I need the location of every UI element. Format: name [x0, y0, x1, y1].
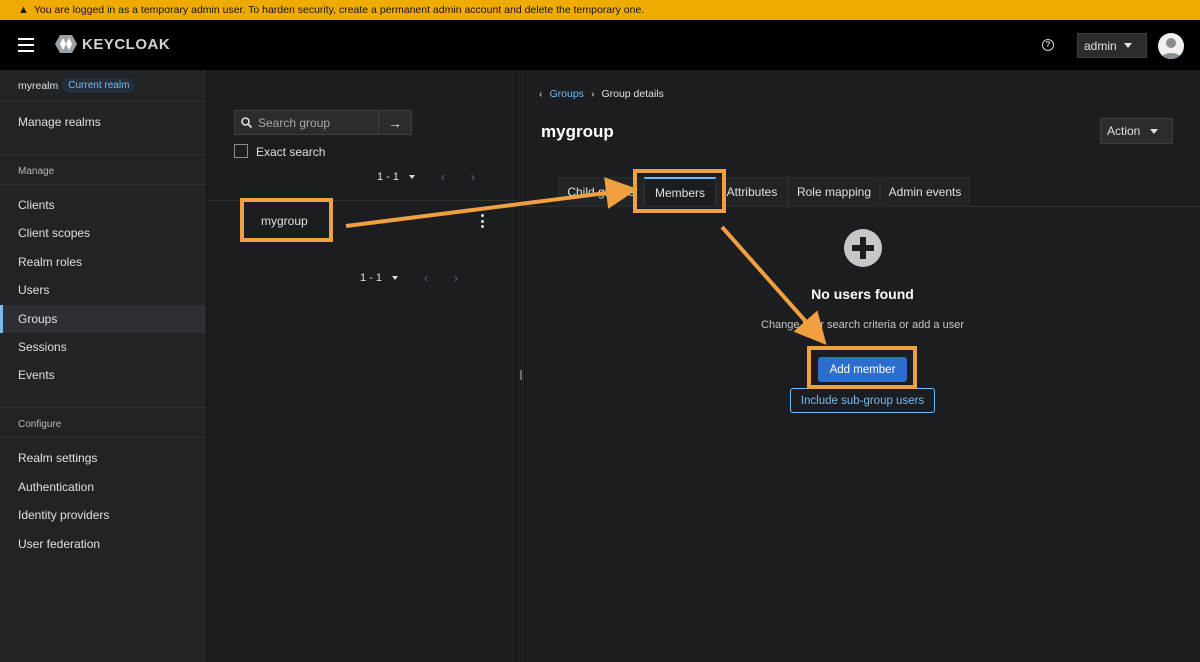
- sidebar-divider: [0, 154, 206, 155]
- search-icon: [241, 117, 252, 128]
- caret-down-icon[interactable]: [409, 175, 416, 179]
- configure-heading: Configure: [18, 419, 62, 430]
- sidebar-divider: [0, 407, 206, 408]
- pagination-top: 1 - 1 ‹ ›: [377, 170, 475, 184]
- keycloak-logo-icon: [55, 35, 77, 53]
- highlight-box-add-member: [807, 346, 917, 389]
- sidebar-item-sessions[interactable]: Sessions: [0, 333, 206, 361]
- arrow-right-icon: →: [388, 114, 402, 131]
- search-submit-button[interactable]: →: [378, 110, 412, 135]
- tab-role-mapping[interactable]: Role mapping: [788, 177, 880, 207]
- empty-state-body: Change your search criteria or add a use…: [761, 319, 964, 331]
- chevron-left-icon[interactable]: ‹: [539, 88, 543, 100]
- sidebar-item-events[interactable]: Events: [0, 361, 206, 389]
- realm-selector[interactable]: myrealm Current realm: [0, 70, 206, 102]
- caret-down-icon: [1124, 43, 1132, 48]
- sidebar-item-authentication[interactable]: Authentication: [0, 473, 206, 501]
- breadcrumb-current: Group details: [601, 88, 664, 100]
- warning-icon: ▲: [18, 4, 29, 16]
- keycloak-logo[interactable]: KEYCLOAK: [54, 34, 170, 54]
- banner-text: You are logged in as a temporary admin u…: [33, 4, 645, 16]
- sidebar: myrealm Current realm Manage realms Mana…: [0, 70, 206, 662]
- page-title: mygroup: [541, 122, 614, 141]
- empty-state-title: No users found: [811, 286, 914, 302]
- sidebar-item-realm-roles[interactable]: Realm roles: [0, 248, 206, 276]
- grip-icon: [520, 370, 522, 380]
- sidebar-item-manage-realms[interactable]: Manage realms: [0, 108, 206, 136]
- user-name: admin: [1084, 38, 1117, 53]
- avatar[interactable]: [1158, 33, 1184, 59]
- search-group-input[interactable]: Search group: [234, 110, 379, 135]
- highlight-box-members-tab: [633, 169, 726, 213]
- menu-toggle-icon[interactable]: [18, 38, 34, 52]
- chevron-right-icon[interactable]: ›: [471, 170, 475, 184]
- user-icon: [1161, 38, 1181, 59]
- sidebar-item-users[interactable]: Users: [0, 276, 206, 304]
- masthead: KEYCLOAK ? admin: [0, 20, 1200, 70]
- chevron-right-icon[interactable]: ›: [454, 271, 458, 285]
- pagination-range[interactable]: 1 - 1: [377, 171, 399, 183]
- chevron-left-icon[interactable]: ‹: [441, 170, 445, 184]
- exact-search-checkbox[interactable]: [234, 144, 248, 158]
- tab-admin-events[interactable]: Admin events: [880, 177, 970, 207]
- manage-heading: Manage: [18, 166, 55, 177]
- action-label: Action: [1107, 124, 1141, 138]
- include-subgroup-users-button[interactable]: Include sub-group users: [790, 388, 935, 413]
- sidebar-divider: [0, 184, 206, 185]
- sidebar-item-clients[interactable]: Clients: [0, 191, 206, 219]
- caret-down-icon[interactable]: [392, 276, 399, 280]
- search-placeholder: Search group: [258, 115, 331, 130]
- logo-text: KEYCLOAK: [82, 35, 171, 53]
- caret-down-icon: [1150, 129, 1158, 134]
- sidebar-item-client-scopes[interactable]: Client scopes: [0, 219, 206, 247]
- action-dropdown[interactable]: Action: [1100, 118, 1173, 144]
- current-realm-badge: Current realm: [62, 78, 136, 93]
- sidebar-item-groups[interactable]: Groups: [0, 305, 206, 333]
- realm-name: myrealm: [18, 79, 59, 92]
- plus-circle-icon: [844, 229, 882, 267]
- tab-child-groups[interactable]: Child groups: [558, 177, 644, 207]
- exact-search-label: Exact search: [256, 145, 326, 159]
- chevron-right-icon: ›: [590, 88, 595, 100]
- sidebar-item-user-federation[interactable]: User federation: [0, 530, 206, 558]
- highlight-box-mygroup: [240, 198, 333, 242]
- help-icon[interactable]: ?: [1042, 39, 1054, 51]
- tab-attributes[interactable]: Attributes: [716, 177, 788, 207]
- temporary-admin-banner: ▲ You are logged in as a temporary admin…: [0, 0, 1200, 20]
- group-tree-panel: Search group → Exact search 1 - 1 ‹ › my…: [207, 70, 517, 662]
- user-dropdown[interactable]: admin: [1077, 33, 1147, 58]
- breadcrumb: ‹ Groups › Group details: [539, 88, 664, 100]
- panel-resize-handle[interactable]: [518, 70, 524, 662]
- chevron-left-icon[interactable]: ‹: [424, 271, 428, 285]
- sidebar-item-identity-providers[interactable]: Identity providers: [0, 501, 206, 529]
- pagination-range[interactable]: 1 - 1: [360, 272, 382, 284]
- pagination-bottom: 1 - 1 ‹ ›: [360, 271, 458, 285]
- kebab-menu-icon[interactable]: [481, 214, 485, 228]
- sidebar-item-realm-settings[interactable]: Realm settings: [0, 444, 206, 472]
- sidebar-divider: [0, 437, 206, 438]
- breadcrumb-groups-link[interactable]: Groups: [550, 88, 584, 100]
